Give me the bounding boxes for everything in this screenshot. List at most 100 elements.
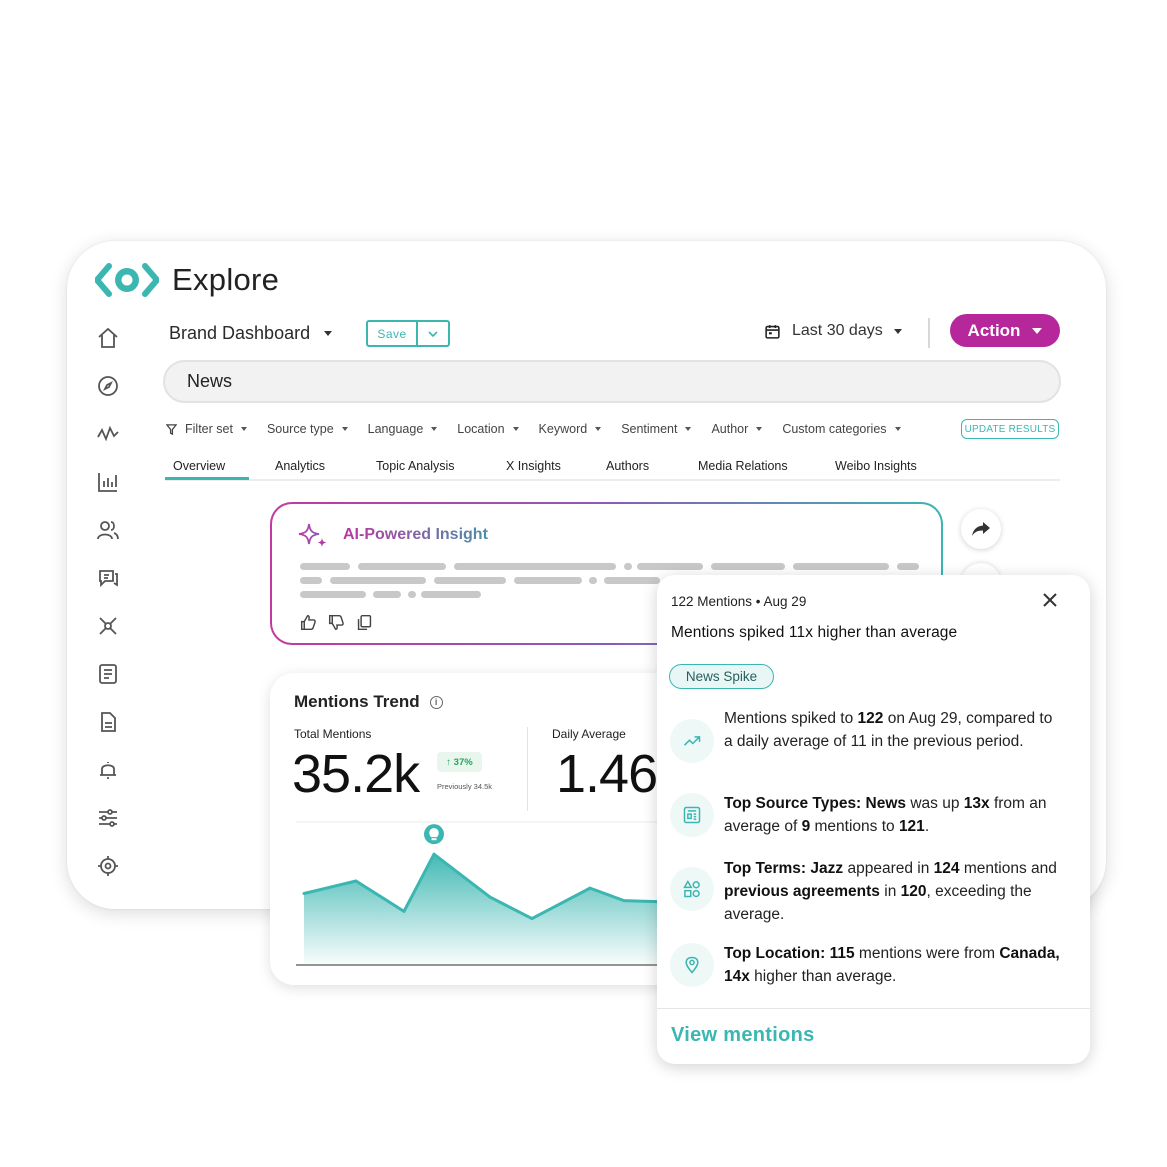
chevron-down-icon [428,330,438,337]
thumbs-up-icon[interactable] [300,614,317,631]
tab-weibo-insights[interactable]: Weibo Insights [835,459,917,473]
filter-source-type[interactable]: Source type [267,422,348,436]
tab-analytics[interactable]: Analytics [275,459,325,473]
trend-area [304,854,684,965]
search-input[interactable]: News [163,360,1061,403]
save-dropdown-button[interactable] [418,322,448,345]
popup-insight-1: Mentions spiked to 122 on Aug 29, compar… [724,710,1053,750]
action-label: Action [967,320,1021,340]
filter-label: Source type [266,422,334,436]
popup-insight-3: Top Terms: Jazz appeared in 124 mentions… [724,860,1057,923]
sparkle-icon [298,523,327,547]
date-range-selector[interactable]: Last 30 days [764,322,902,340]
dashboard-name: Brand Dashboard [169,323,311,343]
total-mentions-label: Total Mentions [294,727,372,741]
filter-filter-set[interactable]: Filter set [166,422,247,436]
skeleton-line [300,563,350,570]
newspaper-icon [670,793,714,837]
filter-label: Custom categories [782,422,887,436]
info-icon[interactable]: i [429,695,443,709]
location-pin-icon [670,943,714,987]
trend-up-icon [670,719,714,763]
filter-author[interactable]: Author [711,422,763,436]
filter-location[interactable]: Location [457,422,519,436]
copy-icon[interactable] [356,614,373,631]
chevron-down-icon [341,427,348,431]
document-icon[interactable] [95,709,121,735]
dashboard-selector[interactable]: Brand Dashboard [169,323,333,344]
trend-point [622,899,626,903]
chevron-down-icon [240,427,247,431]
skeleton-line [408,591,416,598]
tab-authors[interactable]: Authors [606,459,649,473]
skeleton-line [358,563,446,570]
filter-label: Keyword [538,422,588,436]
bar-chart-icon[interactable] [95,469,121,495]
chevron-down-icon [894,427,901,431]
filter-label: Location [457,422,505,436]
skeleton-line [711,563,785,570]
skeleton-line [434,577,506,584]
skeleton-line [373,591,401,598]
thumbs-down-icon[interactable] [328,614,345,631]
skeleton-line [624,563,632,570]
settings-icon[interactable] [95,853,121,879]
home-icon[interactable] [95,325,121,351]
save-button[interactable]: Save [368,322,418,345]
filter-label: Language [367,422,424,436]
chat-icon[interactable] [95,565,121,591]
trend-point [302,892,306,895]
sliders-icon[interactable] [95,805,121,831]
tab-x-insights[interactable]: X Insights [506,459,561,473]
popup-insight-2: Top Source Types: News was up 13x from a… [724,795,1047,835]
chevron-down-icon [324,331,333,336]
chevron-down-icon [431,427,438,431]
trend-point [402,909,406,913]
share-arrow-icon [972,522,990,536]
network-icon[interactable] [95,613,121,639]
trend-point [588,886,592,890]
filter-label: Sentiment [621,422,678,436]
tab-media-relations[interactable]: Media Relations [698,459,788,473]
shapes-icon [670,867,714,911]
users-icon[interactable] [95,517,121,543]
skeleton-line [454,563,616,570]
view-mentions-link[interactable]: View mentions [671,1024,815,1047]
bell-icon[interactable] [95,757,121,783]
tab-topic-analysis[interactable]: Topic Analysis [376,459,455,473]
change-badge: ↑ 37% [437,752,482,772]
skeleton-line [300,591,366,598]
chevron-down-icon [595,427,602,431]
filter-keyword[interactable]: Keyword [539,422,602,436]
action-button[interactable]: Action [950,314,1060,347]
share-button[interactable] [961,509,1001,549]
news-icon[interactable] [95,661,121,687]
filter-icon [166,423,177,435]
divider [657,1008,1090,1009]
close-icon[interactable] [1041,591,1059,609]
compass-icon[interactable] [95,373,121,399]
page-title: Explore [172,262,280,297]
popup-insight-4: Top Location: 115 mentions were from Can… [724,945,1060,985]
tab-overview[interactable]: Overview [173,459,225,481]
popup-headline: Mentions spiked 11x higher than average [671,624,958,641]
calendar-icon [765,324,780,339]
filter-sentiment[interactable]: Sentiment [621,422,692,436]
mentions-trend-title: Mentions Trend [294,692,420,711]
divider [527,727,528,811]
mentions-trend-header: Mentions Trend i [294,692,443,712]
trend-point [530,917,534,921]
activity-icon[interactable] [95,421,121,447]
news-spike-tag: News Spike [669,664,774,689]
skeleton-line [637,563,703,570]
ai-feedback-actions [300,614,373,631]
lightbulb-icon [424,824,444,845]
filter-language[interactable]: Language [368,422,438,436]
chevron-down-icon [893,328,902,334]
skeleton-line [514,577,582,584]
chevron-down-icon [685,427,692,431]
update-results-button[interactable]: UPDATE RESULTS [961,419,1059,439]
filter-custom-categories[interactable]: Custom categories [782,422,901,436]
brand-logo [95,263,159,297]
trend-point [488,895,492,899]
